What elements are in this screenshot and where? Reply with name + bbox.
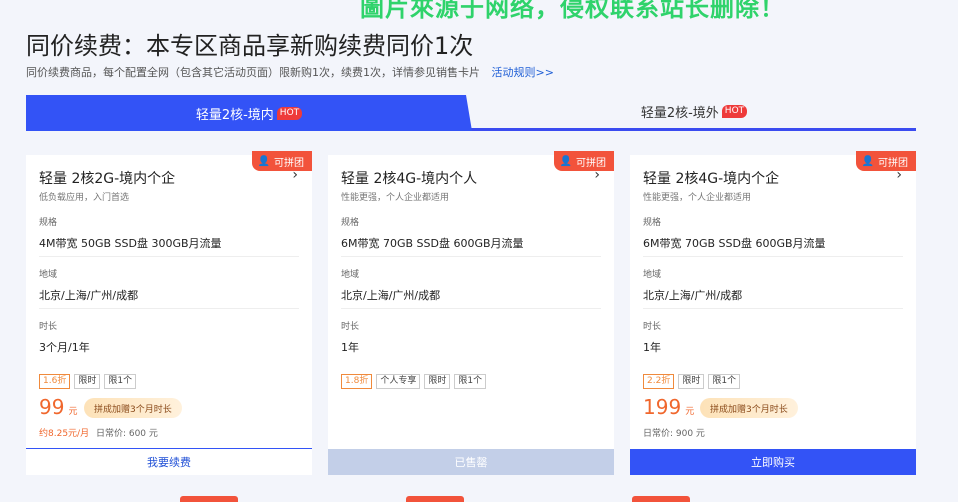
product-card: 👤 可拼团 轻量 2核4G-境内个企 › 性能更强，个人企业都适用 规格 6M带宽…	[630, 151, 916, 475]
watermark: 圖片來源于网络，侵权联系站长删除！	[360, 0, 785, 22]
group-buy-badge: 👤 可拼团	[553, 151, 614, 171]
chevron-right-icon[interactable]: ›	[594, 167, 600, 183]
sold-out-button[interactable]: 已售罄	[328, 449, 614, 475]
tag: 个人专享	[376, 374, 421, 389]
user-icon: 👤	[559, 155, 572, 167]
divider	[341, 256, 601, 257]
tab-overseas[interactable]: 轻量2核-境外 HOT	[472, 95, 916, 128]
group-buy-badge: 👤 可拼团	[251, 151, 312, 171]
spec-label: 规格	[643, 218, 662, 228]
spec-value: 4M带宽 50GB SSD盘 300GB月流量	[39, 237, 222, 250]
daily-price: 日常价: 900 元	[643, 429, 705, 439]
divider	[643, 308, 903, 309]
product-name[interactable]: 轻量 2核4G-境内个人	[341, 168, 477, 188]
divider	[341, 308, 601, 309]
product-desc: 低负载应用，入门首选	[39, 193, 130, 203]
region-label: 地域	[643, 270, 662, 280]
page-subtitle: 同价续费商品，每个配置全网（包含其它活动页面）限新购1次，续费1次，详情参见销售…	[26, 64, 554, 80]
product-desc: 性能更强，个人企业都适用	[341, 193, 450, 203]
duration-value[interactable]: 1年	[341, 339, 359, 355]
tag: 限1个	[104, 374, 137, 389]
daily-price: 日常价: 600 元	[95, 429, 158, 439]
spec-value: 6M带宽 70GB SSD盘 600GB月流量	[643, 237, 826, 250]
duration-label: 时长	[341, 322, 360, 332]
price: 199 元	[643, 395, 694, 419]
region-label: 地域	[341, 270, 360, 280]
tag: 限1个	[708, 374, 741, 389]
product-name[interactable]: 轻量 2核4G-境内个企	[643, 168, 779, 188]
buy-now-button[interactable]: 立即购买	[630, 449, 916, 475]
renew-button[interactable]: 我要续费	[26, 448, 312, 475]
duration-label: 时长	[39, 322, 58, 332]
duration-label: 时长	[643, 322, 662, 332]
rules-link[interactable]: 活动规则>>	[492, 66, 554, 79]
subtitle-text: 同价续费商品，每个配置全网（包含其它活动页面）限新购1次，续费1次，详情参见销售…	[26, 66, 480, 79]
region-tabs: 轻量2核-境内 HOT 轻量2核-境外 HOT	[26, 95, 916, 131]
tab-domestic[interactable]: 轻量2核-境内 HOT	[26, 95, 472, 131]
discount-tag: 2.2折	[643, 374, 675, 389]
region-value: 北京/上海/广州/成都	[39, 289, 139, 302]
spec-label: 规格	[39, 218, 58, 228]
price-value: 199	[643, 395, 682, 419]
page-title: 同价续费：本专区商品享新购续费同价1次	[26, 32, 474, 60]
promo-pill: 拼成加赠3个月时长	[700, 398, 798, 418]
hot-badge: HOT	[276, 106, 303, 120]
divider	[39, 308, 299, 309]
price-value: 99	[39, 395, 65, 419]
product-card: 👤 可拼团 轻量 2核4G-境内个人 › 性能更强，个人企业都适用 规格 6M带宽…	[328, 151, 614, 475]
price-footnote: 日常价: 900 元	[643, 426, 705, 439]
next-row-badge	[632, 496, 690, 502]
promo-pill: 拼成加赠3个月时长	[84, 398, 182, 418]
tab-label: 轻量2核-境内	[195, 107, 274, 123]
tag-list: 1.8折 个人专享 限时 限1个	[341, 374, 487, 389]
price-unit: 元	[68, 407, 78, 417]
discount-tag: 1.6折	[39, 374, 71, 389]
tag: 限1个	[454, 374, 487, 389]
next-row-badge	[180, 496, 238, 502]
product-card: 👤 可拼团 轻量 2核2G-境内个企 › 低负载应用，入门首选 规格 4M带宽 5…	[26, 151, 312, 475]
spec-value: 6M带宽 70GB SSD盘 600GB月流量	[341, 237, 524, 250]
monthly-price: 约8.25元/月	[39, 429, 90, 439]
tag: 限时	[424, 374, 451, 389]
discount-tag: 1.8折	[341, 374, 373, 389]
chevron-right-icon[interactable]: ›	[896, 167, 902, 183]
tag-list: 2.2折 限时 限1个	[643, 374, 741, 389]
tag: 限时	[74, 374, 101, 389]
user-icon: 👤	[861, 155, 874, 167]
spec-label: 规格	[341, 218, 360, 228]
next-row-badge	[406, 496, 464, 502]
duration-value[interactable]: 1年	[643, 339, 661, 355]
region-value: 北京/上海/广州/成都	[341, 289, 441, 302]
duration-value[interactable]: 3个月/1年	[39, 339, 90, 355]
divider	[39, 256, 299, 257]
product-name[interactable]: 轻量 2核2G-境内个企	[39, 168, 175, 188]
chevron-right-icon[interactable]: ›	[292, 167, 298, 183]
price: 99 元	[39, 395, 77, 419]
tab-label: 轻量2核-境外	[640, 106, 719, 121]
divider	[643, 256, 903, 257]
price-unit: 元	[685, 407, 695, 417]
region-label: 地域	[39, 270, 58, 280]
tag-list: 1.6折 限时 限1个	[39, 374, 137, 389]
product-desc: 性能更强，个人企业都适用	[643, 193, 752, 203]
price-footnote: 约8.25元/月 日常价: 600 元	[39, 426, 158, 439]
region-value: 北京/上海/广州/成都	[643, 289, 743, 302]
tag: 限时	[678, 374, 705, 389]
group-buy-badge: 👤 可拼团	[855, 151, 916, 171]
hot-badge: HOT	[721, 105, 748, 118]
user-icon: 👤	[257, 155, 270, 167]
